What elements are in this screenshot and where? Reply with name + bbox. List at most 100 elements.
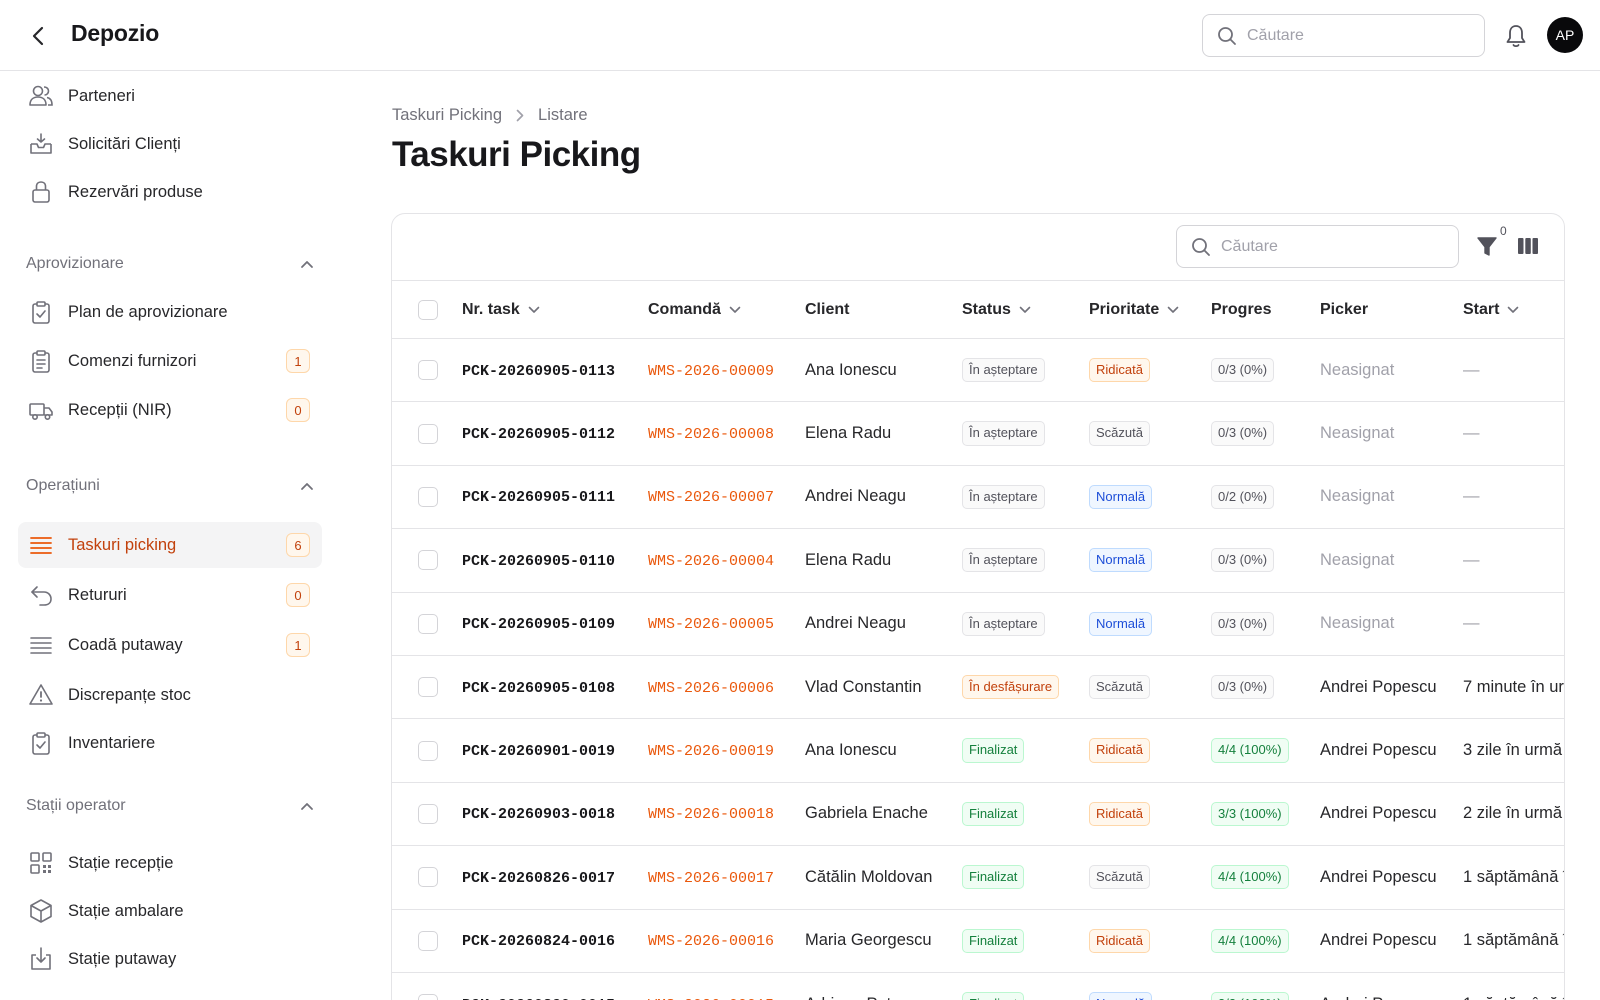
sidebar-item-rezervari[interactable]: Rezervări produse — [18, 169, 322, 215]
sidebar-item-retururi[interactable]: Retururi 0 — [18, 572, 322, 618]
order-link[interactable]: WMS-2026-00018 — [648, 806, 774, 823]
sidebar-item-label: Comenzi furnizori — [68, 351, 197, 370]
column-header-order[interactable]: Comandă — [648, 301, 741, 319]
clipboard-check-icon — [28, 730, 54, 756]
column-header-start[interactable]: Start — [1463, 301, 1519, 319]
row-checkbox[interactable] — [418, 613, 438, 634]
task-id[interactable]: PCK-20260905-0108 — [462, 680, 615, 697]
task-id[interactable]: PCK-20260905-0111 — [462, 489, 615, 506]
order-link[interactable]: WMS-2026-00005 — [648, 616, 774, 633]
table-row[interactable]: PCK-20260901-0019 WMS-2026-00019 Ana Iones… — [392, 719, 1564, 783]
sidebar-item-inventariere[interactable]: Inventariere — [18, 720, 322, 766]
order-link[interactable]: WMS-2026-00017 — [648, 870, 774, 887]
task-id[interactable]: PCK-20260905-0113 — [462, 363, 615, 380]
sidebar-item-label: Retururi — [68, 585, 127, 604]
back-button[interactable] — [26, 22, 50, 50]
priority-badge: Ridicată — [1089, 801, 1150, 827]
row-checkbox[interactable] — [418, 486, 438, 507]
chevron-right-icon — [516, 109, 524, 122]
task-id[interactable]: PCK-20260820-0015 — [462, 997, 615, 1000]
sidebar-item-label: Solicitări Clienți — [68, 134, 181, 153]
chevron-down-icon — [528, 306, 540, 313]
sidebar-item-label: Stație recepție — [68, 853, 174, 872]
table-search-input[interactable] — [1221, 237, 1421, 256]
task-id[interactable]: PCK-20260901-0019 — [462, 743, 615, 760]
chevron-left-icon — [32, 26, 44, 46]
sidebar-item-statie-receptie[interactable]: Stație recepție — [18, 840, 322, 886]
task-id[interactable]: PCK-20260905-0112 — [462, 426, 615, 443]
breadcrumb-parent[interactable]: Taskuri Picking — [392, 106, 502, 125]
sidebar-item-receptii[interactable]: Recepții (NIR) 0 — [18, 387, 322, 433]
table-row[interactable]: PCK-20260905-0109 WMS-2026-00005 Andrei Ne… — [392, 592, 1564, 656]
row-checkbox[interactable] — [418, 994, 438, 1000]
sidebar-item-coada-putaway[interactable]: Coadă putaway 1 — [18, 622, 322, 668]
user-avatar[interactable]: AP — [1547, 17, 1583, 53]
global-search-input[interactable] — [1247, 26, 1447, 45]
order-link[interactable]: WMS-2026-00015 — [648, 997, 774, 1000]
table-row[interactable]: PCK-20260824-0016 WMS-2026-00016 Maria Geo… — [392, 909, 1564, 973]
task-id[interactable]: PCK-20260824-0016 — [462, 933, 615, 950]
task-id[interactable]: PCK-20260905-0110 — [462, 553, 615, 570]
row-checkbox[interactable] — [418, 803, 438, 824]
sidebar-item-statie-ambalare[interactable]: Stație ambalare — [18, 888, 322, 934]
task-id[interactable]: PCK-20260826-0017 — [462, 870, 615, 887]
order-link[interactable]: WMS-2026-00006 — [648, 680, 774, 697]
table-row[interactable]: PCK-20260905-0111 WMS-2026-00007 Andrei Ne… — [392, 465, 1564, 529]
start-time: 1 săptămână în urmă — [1463, 931, 1564, 950]
chevron-up-icon — [301, 260, 313, 268]
table-row[interactable]: PCK-20260905-0112 WMS-2026-00008 Elena Rad… — [392, 402, 1564, 466]
sidebar-item-discrepante[interactable]: Discrepanțe stoc — [18, 672, 322, 718]
table-row[interactable]: PCK-20260826-0017 WMS-2026-00017 Cătălin M… — [392, 846, 1564, 910]
priority-badge: Normală — [1089, 548, 1153, 573]
table-row[interactable]: PCK-20260820-0015 WMS-2026-00015 Adriana P… — [392, 972, 1564, 1000]
task-id[interactable]: PCK-20260903-0018 — [462, 806, 615, 823]
global-search[interactable] — [1202, 14, 1485, 57]
row-checkbox[interactable] — [418, 550, 438, 571]
order-link[interactable]: WMS-2026-00016 — [648, 933, 774, 950]
list-icon — [28, 532, 54, 558]
row-checkbox[interactable] — [418, 930, 438, 951]
order-link[interactable]: WMS-2026-00007 — [648, 489, 774, 506]
table-row[interactable]: PCK-20260905-0113 WMS-2026-00009 Ana Iones… — [392, 339, 1564, 402]
sidebar-item-taskuri-picking[interactable]: Taskuri picking 6 — [18, 522, 322, 568]
picker-name: Neasignat — [1320, 487, 1395, 506]
client-name: Vlad Constantin — [805, 677, 922, 696]
task-id[interactable]: PCK-20260905-0109 — [462, 616, 615, 633]
row-checkbox[interactable] — [418, 423, 438, 444]
table-row[interactable]: PCK-20260905-0108 WMS-2026-00006 Vlad Cons… — [392, 655, 1564, 719]
priority-badge: Scăzută — [1089, 421, 1150, 446]
column-header-status[interactable]: Status — [962, 301, 1031, 319]
sidebar-item-statie-putaway[interactable]: Stație putaway — [18, 936, 322, 982]
progress-badge: 0/3 (0%) — [1211, 421, 1275, 446]
order-link[interactable]: WMS-2026-00019 — [648, 743, 774, 760]
table-search[interactable] — [1176, 225, 1459, 268]
client-name: Ana Ionescu — [805, 741, 897, 760]
select-all-checkbox[interactable] — [418, 299, 438, 320]
filter-icon[interactable] — [1476, 234, 1498, 258]
count-badge: 6 — [286, 533, 310, 557]
sidebar-item-comenzi-furnizori[interactable]: Comenzi furnizori 1 — [18, 338, 322, 384]
count-badge: 0 — [286, 583, 310, 607]
status-badge: Finalizat — [962, 865, 1025, 890]
chevron-down-icon — [1508, 306, 1519, 313]
row-checkbox[interactable] — [418, 867, 438, 888]
order-link[interactable]: WMS-2026-00004 — [648, 553, 774, 570]
order-link[interactable]: WMS-2026-00009 — [648, 363, 774, 380]
table-row[interactable]: PCK-20260905-0110 WMS-2026-00004 Elena Rad… — [392, 529, 1564, 593]
columns-icon[interactable] — [1516, 235, 1540, 257]
column-header-priority[interactable]: Prioritate — [1089, 301, 1179, 319]
sidebar-item-parteneri[interactable]: Parteneri — [18, 73, 322, 119]
sidebar-item-plan-aprovizionare[interactable]: Plan de aprovizionare — [18, 289, 322, 335]
row-checkbox[interactable] — [418, 360, 438, 381]
sidebar-item-label: Discrepanțe stoc — [68, 685, 191, 704]
table-row[interactable]: PCK-20260903-0018 WMS-2026-00018 Gabriela … — [392, 782, 1564, 846]
sidebar-item-solicitari[interactable]: Solicitări Clienți — [18, 121, 322, 167]
bell-icon[interactable] — [1504, 23, 1528, 49]
section-operatiuni[interactable]: Operațiuni — [26, 473, 314, 499]
column-header-task[interactable]: Nr. task — [462, 301, 540, 319]
section-statii-operator[interactable]: Stații operator — [26, 793, 314, 819]
section-aprovizionare[interactable]: Aprovizionare — [26, 251, 314, 277]
row-checkbox[interactable] — [418, 677, 438, 698]
order-link[interactable]: WMS-2026-00008 — [648, 426, 774, 443]
row-checkbox[interactable] — [418, 740, 438, 761]
